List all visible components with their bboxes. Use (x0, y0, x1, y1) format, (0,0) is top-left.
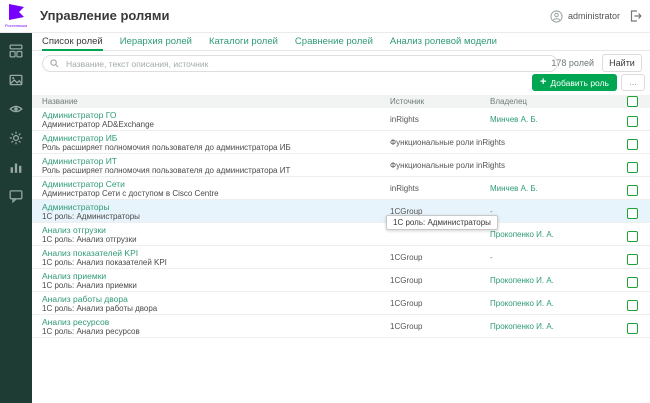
rostelecom-logo: Ростелеком (0, 0, 32, 32)
tab-role-hierarchy[interactable]: Иерархия ролей (120, 32, 192, 50)
table-row: Администратор Сети Администратор Сети с … (32, 177, 650, 200)
select-all-checkbox[interactable] (627, 96, 638, 107)
role-owner-link[interactable]: Минчев А. Б. (490, 115, 538, 124)
row-checkbox[interactable] (627, 231, 638, 242)
role-description: 1С роль: Анализ приемки (42, 281, 137, 290)
table-row: Анализ ресурсов 1С роль: Анализ ресурсов… (32, 315, 650, 338)
role-owner-link: - (490, 138, 493, 147)
gear-icon[interactable] (9, 131, 23, 145)
role-description: 1С роль: Анализ отгрузки (42, 235, 137, 244)
row-checkbox[interactable] (627, 116, 638, 127)
role-owner-link: - (490, 161, 493, 170)
row-checkbox[interactable] (627, 277, 638, 288)
sidebar (0, 32, 32, 403)
search-icon (50, 59, 59, 68)
rostelecom-flag-icon: Ростелеком (5, 4, 27, 28)
chart-icon[interactable] (9, 160, 23, 174)
role-source: inRights (390, 184, 419, 193)
role-description: 1С роль: Анализ показателей KPI (42, 258, 167, 267)
row-checkbox[interactable] (627, 162, 638, 173)
role-name-link[interactable]: Анализ приемки (42, 271, 106, 281)
role-name-link[interactable]: Администраторы (42, 202, 109, 212)
user-menu[interactable]: administrator (550, 0, 620, 32)
table-row: Администратор ИБ Роль расширяет полномоч… (32, 131, 650, 154)
row-checkbox[interactable] (627, 300, 638, 311)
add-role-button[interactable]: + Добавить роль (531, 74, 617, 91)
search-input[interactable] (64, 57, 550, 70)
table-row: Анализ приемки 1С роль: Анализ приемки 1… (32, 269, 650, 292)
role-name-link[interactable]: Анализ отгрузки (42, 225, 106, 235)
feedback-icon[interactable] (9, 189, 23, 203)
role-description: 1С роль: Администраторы (42, 212, 140, 221)
table-row: Анализ работы двора 1С роль: Анализ рабо… (32, 292, 650, 315)
role-source: inRights (390, 115, 419, 124)
tab-bar: Список ролей Иерархия ролей Каталоги рол… (32, 32, 650, 51)
role-source: 1СGroup (390, 299, 423, 308)
row-checkbox[interactable] (627, 208, 638, 219)
table-row: Администратор ИТ Роль расширяет полномоч… (32, 154, 650, 177)
role-name-link[interactable]: Анализ ресурсов (42, 317, 109, 327)
role-source: 1СGroup (390, 253, 423, 262)
row-checkbox[interactable] (627, 185, 638, 196)
plus-icon: + (539, 76, 547, 88)
role-name-link[interactable]: Администратор ИБ (42, 133, 117, 143)
svg-text:Ростелеком: Ростелеком (5, 23, 27, 28)
role-name-link[interactable]: Анализ работы двора (42, 294, 128, 304)
role-owner-link[interactable]: Минчев А. Б. (490, 184, 538, 193)
logout-icon (630, 10, 642, 22)
table-row: Анализ показателей KPI 1С роль: Анализ п… (32, 246, 650, 269)
tab-role-catalogs[interactable]: Каталоги ролей (209, 32, 278, 50)
top-bar: Ростелеком Управление ролями administrat… (0, 0, 650, 33)
role-source: 1СGroup (390, 276, 423, 285)
role-description: 1С роль: Анализ ресурсов (42, 327, 140, 336)
add-role-label: Добавить роль (550, 77, 609, 88)
row-checkbox[interactable] (627, 139, 638, 150)
role-source: Функциональные роли inRights (390, 138, 506, 147)
row-checkbox[interactable] (627, 254, 638, 265)
role-description: Роль расширяет полномочия пользователя д… (42, 166, 291, 175)
tab-role-model-analysis[interactable]: Анализ ролевой модели (390, 32, 497, 50)
image-icon[interactable] (9, 73, 23, 87)
dashboard-icon[interactable] (9, 44, 23, 58)
find-button[interactable]: Найти (602, 54, 642, 72)
role-description: Роль расширяет полномочия пользователя д… (42, 143, 291, 152)
tab-role-comparison[interactable]: Сравнение ролей (295, 32, 373, 50)
column-header-owner: Владелец (490, 97, 528, 106)
role-owner-link[interactable]: Прокопенко И. А. (490, 276, 554, 285)
role-source: 1СGroup (390, 322, 423, 331)
more-actions-button[interactable]: ... (621, 74, 645, 91)
role-owner-link[interactable]: Прокопенко И. А. (490, 299, 554, 308)
role-name-link[interactable]: Анализ показателей KPI (42, 248, 138, 258)
role-management-app: Ростелеком Управление ролями administrat… (0, 0, 650, 403)
tab-role-list[interactable]: Список ролей (42, 32, 103, 51)
role-description: Администратор Сети с доступом в Cisco Ce… (42, 189, 219, 198)
table-header: Название Источник Владелец (32, 95, 650, 108)
role-owner-link[interactable]: Прокопенко И. А. (490, 322, 554, 331)
role-name-link[interactable]: Администратор Сети (42, 179, 125, 189)
role-description: Администратор AD&Exchange (42, 120, 154, 129)
logout-button[interactable] (629, 9, 643, 26)
column-header-name: Название (42, 97, 78, 106)
table-row: Администраторы 1С роль: Администраторы 1… (32, 200, 650, 223)
page-title: Управление ролями (40, 8, 170, 23)
table-body: Администратор ГО Администратор AD&Exchan… (32, 108, 650, 338)
role-owner-link: - (490, 253, 493, 262)
user-name: administrator (567, 11, 620, 21)
role-name-link[interactable]: Администратор ИТ (42, 156, 117, 166)
roles-count: 178 ролей (551, 58, 594, 68)
search-box (42, 55, 558, 72)
role-name-link[interactable]: Администратор ГО (42, 110, 116, 120)
table-row: Администратор ГО Администратор AD&Exchan… (32, 108, 650, 131)
role-description: 1С роль: Анализ работы двора (42, 304, 158, 313)
table-row: Анализ отгрузки 1С роль: Анализ отгрузки… (32, 223, 650, 246)
row-checkbox[interactable] (627, 323, 638, 334)
eye-icon[interactable] (9, 102, 23, 116)
role-source: Функциональные роли inRights (390, 161, 506, 170)
description-tooltip: 1С роль: Администраторы (386, 215, 498, 230)
user-icon (550, 9, 563, 23)
role-owner-link[interactable]: Прокопенко И. А. (490, 230, 554, 239)
column-header-source: Источник (390, 97, 425, 106)
